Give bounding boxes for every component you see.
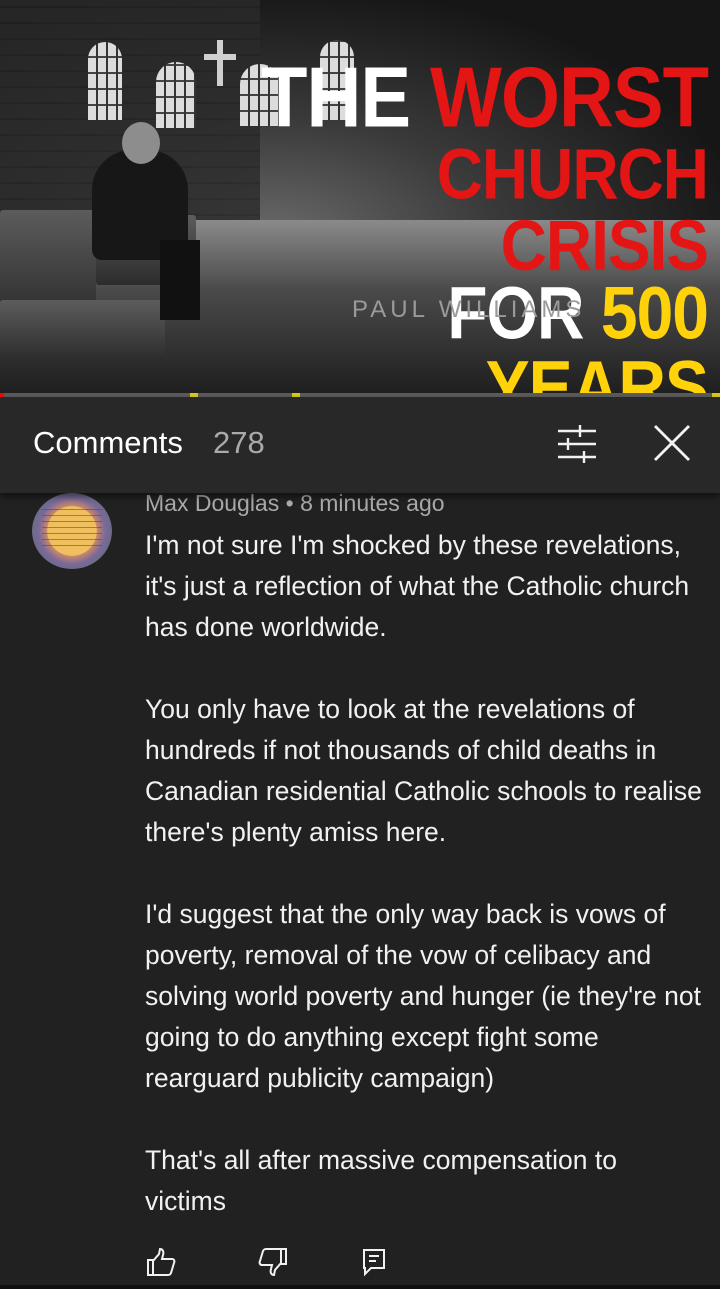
comment-meta: Max Douglas • 8 minutes ago [145,490,445,517]
church-window [156,62,196,128]
title-line-1: THE WORST [248,55,709,141]
comment-paragraph: That's all after massive compensation to… [145,1145,617,1216]
reply-button[interactable] [359,1246,391,1278]
comments-count: 278 [213,425,265,460]
comment-paragraph: I'm not sure I'm shocked by these revela… [145,530,690,642]
video-player[interactable]: THE WORST CHURCH CRISIS FOR 500 YEARS PA… [0,0,720,395]
comment-paragraph: You only have to look at the revelations… [145,694,702,847]
church-window [88,42,122,120]
bottom-edge [0,1285,720,1289]
like-button[interactable] [145,1246,177,1278]
sort-filter-icon [558,425,596,463]
comment-time: 8 minutes ago [300,490,445,516]
comment-author[interactable]: Max Douglas [145,490,279,516]
seated-man-head [122,122,160,164]
avatar[interactable] [32,493,112,569]
video-author: PAUL WILLIAMS [352,296,586,323]
close-comments-button[interactable] [648,419,696,467]
cross [217,40,223,86]
comments-title: Comments [33,425,183,460]
avatar-image [42,507,102,551]
title-line-2: CHURCH CRISIS [436,133,709,286]
comment-paragraph: I'd suggest that the only way back is vo… [145,899,701,1093]
title-word-worst: WORST [430,50,709,146]
thumbs-down-icon [258,1248,287,1277]
comment-item: Max Douglas • 8 minutes ago I'm not sure… [0,490,720,1289]
title-line-3: FOR 500 YEARS [248,276,709,395]
title-word-the: THE [261,50,411,146]
close-icon [654,425,690,461]
video-title-graphic: THE WORST CHURCH CRISIS FOR 500 YEARS [248,55,709,395]
cross [204,54,236,60]
meta-separator: • [285,490,294,516]
thumbs-up-icon [147,1247,176,1276]
dislike-button[interactable] [257,1246,289,1278]
sort-filter-button[interactable] [552,419,602,469]
church-pew [0,300,165,360]
comment-body[interactable]: I'm not sure I'm shocked by these revela… [145,525,705,1263]
comments-header: Comments 278 [0,397,720,493]
seated-man-legs [160,240,200,320]
reply-icon [363,1249,385,1277]
comment-actions [145,1246,445,1286]
